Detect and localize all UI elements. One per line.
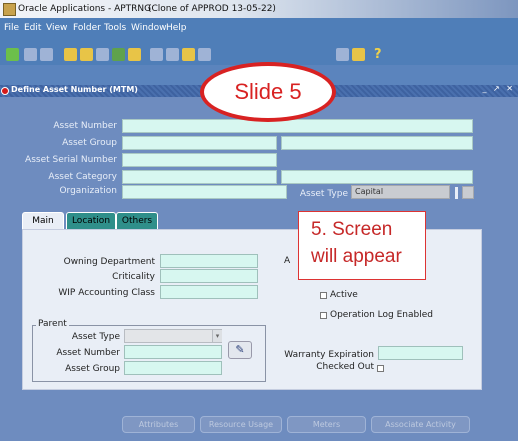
tab-others[interactable]: Others [116, 212, 158, 229]
wip-accounting-class-field[interactable] [160, 285, 258, 299]
navigator-icon[interactable] [24, 48, 37, 61]
paste-icon[interactable] [182, 48, 195, 61]
window-subtitle: (Clone of APPROD 13-05-22) [148, 4, 276, 14]
oracle-app-icon [3, 3, 16, 16]
flexfield-button[interactable] [462, 186, 474, 199]
criticality-label: Criticality [112, 272, 155, 282]
asset-category-field[interactable] [122, 170, 277, 184]
resource-usage-button[interactable]: Resource Usage [200, 416, 282, 433]
owning-department-field[interactable] [160, 254, 258, 268]
attachments-icon[interactable] [336, 48, 349, 61]
delete-icon[interactable] [112, 48, 125, 61]
slide-label-callout: Slide 5 [200, 62, 336, 122]
menu-help[interactable]: Help [166, 23, 187, 33]
asset-group-field[interactable] [122, 136, 277, 150]
zoom-icon[interactable] [198, 48, 211, 61]
parent-asset-number-field[interactable] [124, 345, 222, 359]
asset-serial-number-label: Asset Serial Number [25, 155, 117, 165]
asset-serial-number-field[interactable] [122, 153, 277, 167]
menu-tools[interactable]: Tools [104, 23, 126, 33]
clear-icon[interactable] [96, 48, 109, 61]
wip-accounting-class-label: WIP Accounting Class [58, 288, 155, 298]
criticality-field[interactable] [160, 269, 258, 283]
organization-field[interactable] [122, 185, 287, 199]
organization-label: Organization [59, 186, 117, 196]
owning-department-label: Owning Department [63, 257, 155, 267]
folder-tools-icon[interactable] [352, 48, 365, 61]
parent-asset-type-field[interactable] [124, 329, 222, 343]
save-icon[interactable] [6, 48, 19, 61]
parent-asset-group-field[interactable] [124, 361, 222, 375]
menu-folder[interactable]: Folder [73, 23, 101, 33]
cut-icon[interactable] [150, 48, 163, 61]
partial-label: A [284, 256, 291, 266]
step-note-line2: will appear [311, 246, 402, 267]
oracle-form-icon [1, 87, 9, 95]
menu-window[interactable]: Window [131, 23, 167, 33]
parent-asset-group-label: Asset Group [65, 364, 120, 374]
asset-number-field[interactable] [122, 119, 473, 133]
find-icon[interactable] [64, 48, 77, 61]
tab-location[interactable]: Location [66, 212, 116, 229]
active-checkbox[interactable] [320, 292, 327, 299]
menu-file[interactable]: File [4, 23, 19, 33]
asset-type-label: Asset Type [299, 189, 348, 199]
step-note-callout: 5. Screen will appear [298, 211, 426, 280]
menu-edit[interactable]: Edit [24, 23, 41, 33]
meters-button[interactable]: Meters [287, 416, 366, 433]
checked-out-checkbox[interactable] [377, 365, 384, 372]
active-label: Active [330, 290, 358, 300]
help-icon[interactable]: ? [374, 47, 382, 62]
operation-log-checkbox[interactable] [320, 312, 327, 319]
window-controls-icon[interactable]: _ ↗ ✕ [483, 84, 516, 93]
checked-out-label: Checked Out [316, 362, 374, 372]
menu-view[interactable]: View [46, 23, 67, 33]
parent-asset-type-label: Asset Type [71, 332, 120, 342]
menu-bar: File Edit View Folder Tools Window Help [0, 18, 518, 45]
window-titlebar: Oracle Applications - APTRNG (Clone of A… [0, 0, 518, 18]
translations-icon[interactable] [128, 48, 141, 61]
asset-type-field[interactable]: Capital [351, 185, 450, 199]
asset-group-description-field [281, 136, 473, 150]
asset-category-description-field [281, 170, 473, 184]
asset-category-label: Asset Category [48, 172, 117, 182]
parent-group-label: Parent [36, 319, 69, 329]
warranty-expiration-field[interactable] [378, 346, 463, 360]
parent-asset-number-label: Asset Number [56, 348, 120, 358]
new-record-icon[interactable] [80, 48, 93, 61]
warranty-expiration-label: Warranty Expiration [284, 350, 374, 360]
field-divider [455, 187, 458, 199]
form-title: Define Asset Number (MTM) [11, 85, 138, 94]
print-icon[interactable] [40, 48, 53, 61]
chevron-down-icon[interactable]: ▾ [212, 330, 222, 342]
asset-group-label: Asset Group [62, 138, 117, 148]
step-note-line1: 5. Screen [311, 219, 393, 240]
window-title: Oracle Applications - APTRNG [18, 4, 152, 14]
copy-icon[interactable] [166, 48, 179, 61]
edit-pencil-icon[interactable]: ✎ [228, 341, 252, 359]
attributes-button[interactable]: Attributes [122, 416, 195, 433]
associate-activity-button[interactable]: Associate Activity [371, 416, 470, 433]
operation-log-enabled-label: Operation Log Enabled [330, 310, 433, 320]
tab-main[interactable]: Main [22, 212, 64, 229]
asset-number-label: Asset Number [53, 121, 117, 131]
